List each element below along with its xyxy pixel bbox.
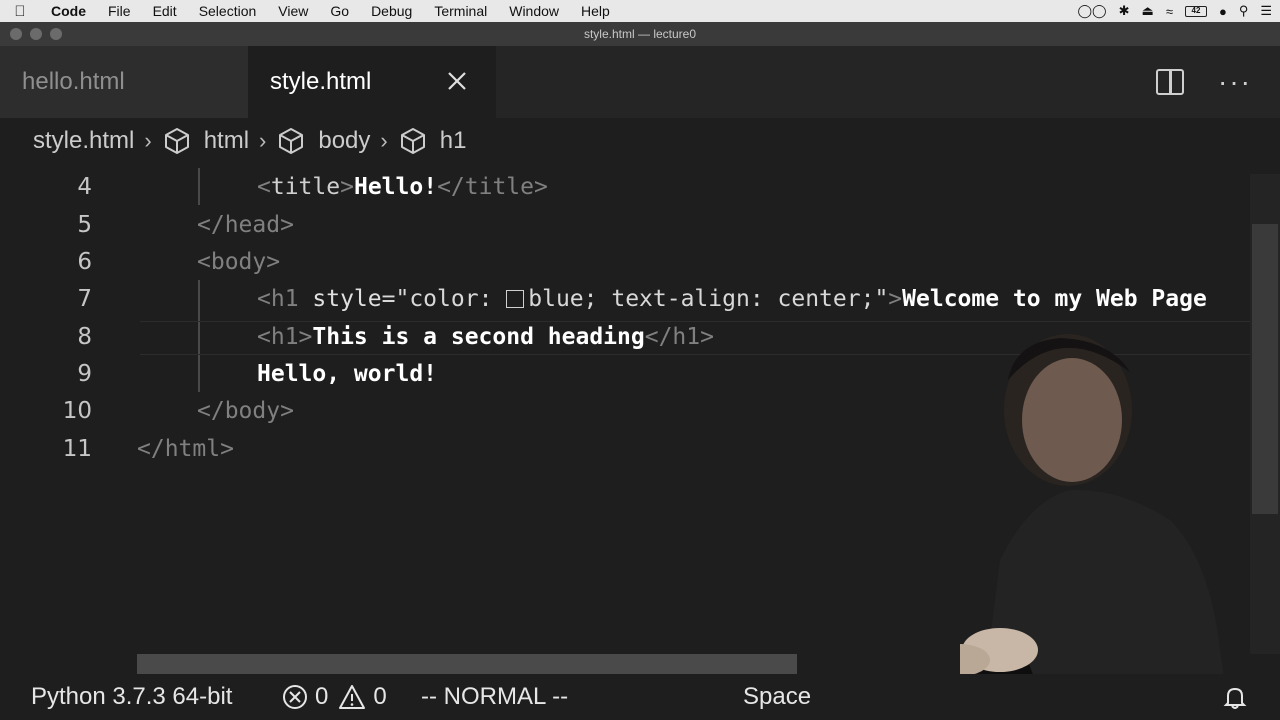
code-line[interactable]: 8 <h1>This is a second heading</h1> [0,318,1250,355]
code-editor[interactable]: 4 <title>Hello!</title> 5 </head> 6 <bod… [0,164,1280,654]
user-icon[interactable]: ● [1219,4,1227,19]
error-count: 0 [315,683,329,710]
spotlight-search-icon[interactable]: ⚲ [1239,3,1249,19]
window-controls [10,28,62,40]
breadcrumb-body[interactable]: body [276,126,370,156]
warning-count: 0 [373,683,387,710]
line-number: 5 [77,211,92,238]
code-line[interactable]: 6 <body> [0,243,1250,280]
breadcrumb-label: body [318,127,371,154]
wifi-icon[interactable]: ≈ [1166,4,1173,19]
editor-tab-bar: hello.html style.html ··· [0,46,1280,118]
code-text: Hello, world! [257,360,438,387]
window-title: style.html — lecture0 [583,27,697,41]
line-number: 4 [77,173,92,200]
notification-center-icon[interactable]: ☰ [1260,3,1272,19]
menu-selection[interactable]: Selection [188,3,268,19]
code-line[interactable]: 10 </body> [0,392,1250,429]
code-line[interactable]: 5 </head> [0,206,1250,243]
tab-style-html[interactable]: style.html [248,46,496,118]
problems-status[interactable]: 0 0 [282,674,387,720]
code-text: </html> [137,435,234,462]
menu-bar:  Code File Edit Selection View Go Debug… [0,0,1280,22]
window-title-bar: style.html — lecture0 [0,22,1280,46]
breadcrumb-file[interactable]: style.html [33,127,134,155]
cube-icon [400,128,425,154]
tab-actions: ··· [1156,46,1280,118]
split-editor-icon[interactable] [1156,69,1185,95]
menu-app[interactable]: Code [40,3,97,19]
chevron-right-icon: › [380,128,388,153]
tab-hello-html[interactable]: hello.html [0,46,248,118]
menu-terminal[interactable]: Terminal [423,3,498,19]
close-window-button[interactable] [10,28,22,40]
scrollbar-thumb[interactable] [1252,224,1278,514]
warning-icon [339,685,366,709]
close-icon[interactable] [442,66,472,96]
horizontal-scrollbar[interactable] [137,654,797,674]
menu-status-area: ◯◯ ✱ ⏏ ≈ 42 ● ⚲ ☰ [1078,0,1273,22]
chevron-right-icon: › [259,128,267,153]
menu-file[interactable]: File [97,3,142,19]
code-text: <body> [197,248,281,275]
python-interpreter-status[interactable]: Python 3.7.3 64-bit [31,674,232,720]
bluetooth-icon[interactable]: ✱ [1119,3,1130,19]
code-line[interactable]: 7 <h1 style="color: blue; text-align: ce… [0,280,1250,317]
menu-go[interactable]: Go [319,3,360,19]
code-text: <title>Hello!</title> [257,173,548,200]
code-text: </head> [197,211,294,238]
bell-icon [1223,687,1247,709]
eject-icon[interactable]: ⏏ [1142,3,1154,19]
menu-window[interactable]: Window [498,3,570,19]
line-number: 11 [62,435,92,462]
tab-label: hello.html [22,68,125,95]
vim-mode-status: -- NORMAL -- [421,683,569,710]
line-number: 6 [77,248,92,275]
menu-view[interactable]: View [267,3,319,19]
line-number: 7 [77,285,92,312]
breadcrumb-h1[interactable]: h1 [398,126,467,156]
code-line[interactable]: 9 Hello, world! [0,355,1250,392]
glasses-icon[interactable]: ◯◯ [1078,3,1107,19]
error-icon [283,685,307,709]
breadcrumb-label: html [203,127,250,154]
chevron-right-icon: › [144,128,152,153]
indentation-status[interactable]: Space [743,674,811,720]
breadcrumb-html[interactable]: html [162,126,249,156]
code-text: </body> [197,397,294,424]
cube-icon [164,128,189,154]
line-number: 8 [77,323,92,350]
code-text: <h1>This is a second heading</h1> [257,323,714,350]
cube-icon [279,128,304,154]
vertical-scrollbar[interactable] [1250,174,1280,654]
menu-debug[interactable]: Debug [360,3,423,19]
line-number: 9 [77,360,92,387]
code-line[interactable]: 4 <title>Hello!</title> [0,168,1250,205]
apple-icon[interactable]:  [0,3,40,20]
code-text: <h1 style="color: blue; text-align: cent… [257,285,1207,312]
menu-edit[interactable]: Edit [142,3,188,19]
color-swatch[interactable] [506,289,525,308]
zoom-window-button[interactable] [50,28,62,40]
tab-label: style.html [270,68,372,95]
more-actions-icon[interactable]: ··· [1218,68,1252,96]
status-bar: Python 3.7.3 64-bit 0 0 -- NORMAL -- Spa… [0,674,1280,720]
breadcrumb: style.html › html › body › h1 [0,118,1280,164]
line-number: 10 [62,397,92,424]
breadcrumb-label: h1 [439,127,467,154]
battery-icon[interactable]: 42 [1184,5,1207,17]
menu-help[interactable]: Help [570,3,621,19]
minimize-window-button[interactable] [30,28,42,40]
code-line[interactable]: 11 </html> [0,430,1250,467]
notifications-status[interactable] [1222,674,1248,720]
